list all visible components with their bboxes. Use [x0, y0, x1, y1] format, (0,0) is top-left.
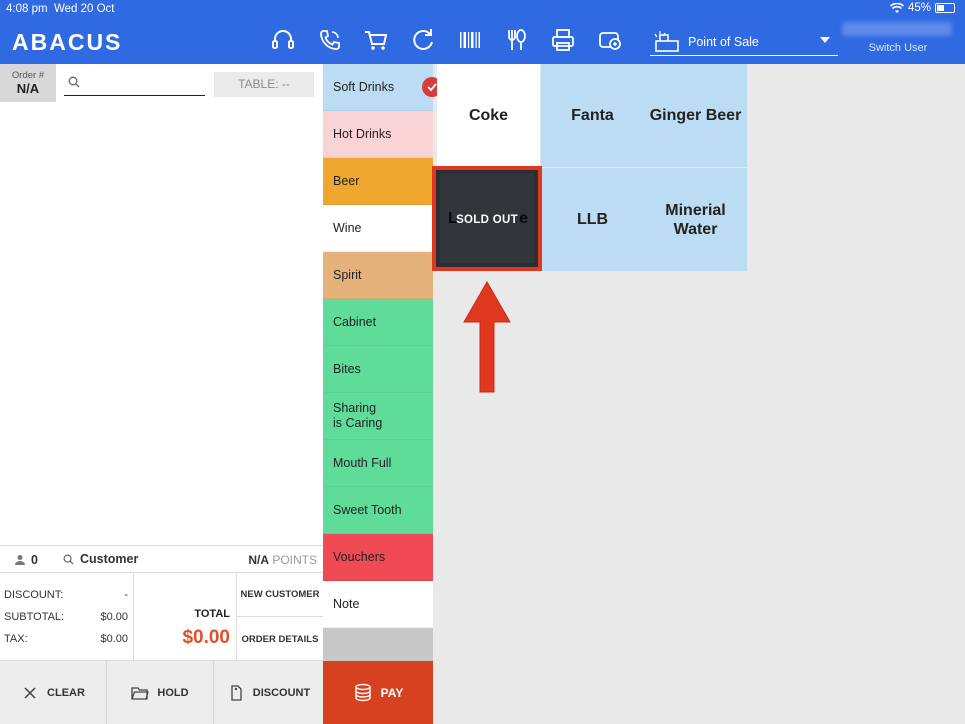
- category-item[interactable]: Vouchers: [323, 534, 433, 581]
- order-number-label: Order #: [11, 70, 45, 81]
- phone-icon[interactable]: [316, 26, 344, 54]
- close-icon: [24, 686, 36, 699]
- mode-label: Point of Sale: [688, 34, 759, 49]
- wifi-icon: [889, 2, 904, 13]
- time: 4:08 pm: [6, 3, 48, 15]
- points-value: N/A: [248, 553, 269, 567]
- hold-label: HOLD: [157, 686, 189, 699]
- pay-button[interactable]: PAY: [323, 661, 433, 724]
- customer-label: Customer: [80, 552, 139, 566]
- battery-icon: [935, 3, 955, 13]
- category-item[interactable]: Beer: [323, 158, 433, 205]
- mode-dropdown[interactable]: Point of Sale: [650, 28, 838, 56]
- barcode-icon[interactable]: [456, 26, 484, 54]
- category-item[interactable]: Note: [323, 581, 433, 628]
- subtotal-label: SUBTOTAL:: [4, 611, 65, 623]
- item-search-input[interactable]: [64, 70, 205, 96]
- search-icon: [68, 76, 80, 88]
- discount-label: DISCOUNT:: [4, 589, 64, 601]
- category-item[interactable]: Hot Drinks: [323, 111, 433, 158]
- app-logo: ABACUS: [12, 29, 123, 55]
- chevron-down-icon: [820, 37, 830, 43]
- category-item[interactable]: Sharing is Caring: [323, 393, 433, 440]
- status-battery: 45%: [889, 2, 955, 14]
- new-customer-button[interactable]: NEW CUSTOMER: [237, 573, 323, 617]
- points-display: N/A POINTS: [248, 553, 317, 567]
- tax-label: TAX:: [4, 633, 28, 645]
- date: Wed 20 Oct: [53, 3, 115, 15]
- bottom-actions: CLEAR HOLD DISCOUNT: [0, 661, 323, 724]
- sold-out-product[interactable]: L e SOLD OUT: [432, 166, 542, 271]
- sold-out-badge: SOLD OUT: [456, 214, 518, 226]
- register-icon: [654, 30, 679, 52]
- customer-row: 0 Customer N/A POINTS: [0, 545, 323, 573]
- category-list: Soft Drinks Hot Drinks Beer Wine Spirit Cabin…: [323, 64, 433, 724]
- search-icon: [63, 554, 74, 565]
- clear-button[interactable]: CLEAR: [0, 661, 107, 724]
- order-number-value: N/A: [16, 81, 40, 96]
- guest-count-value: 0: [31, 553, 38, 567]
- discount-label: DISCOUNT: [252, 686, 311, 699]
- battery-percent: 45%: [907, 2, 931, 14]
- category-item[interactable]: Wine: [323, 205, 433, 252]
- product-tile[interactable]: Fanta: [541, 64, 644, 167]
- product-tile[interactable]: Minerial Water: [644, 168, 747, 271]
- status-time: 4:08 pm Wed 20 Oct: [6, 3, 114, 15]
- order-items-list: [0, 102, 323, 545]
- subtotal-value: $0.00: [100, 611, 128, 623]
- category-item[interactable]: Mouth Full: [323, 440, 433, 487]
- category-item[interactable]: Spirit: [323, 252, 433, 299]
- total-box: TOTAL $0.00: [133, 573, 237, 661]
- totals-lines: DISCOUNT: - SUBTOTAL: $0.00 TAX: $0.00: [0, 573, 133, 661]
- total-value: $0.00: [182, 627, 230, 648]
- totals-section: DISCOUNT: - SUBTOTAL: $0.00 TAX: $0.00 T…: [0, 573, 323, 661]
- category-item[interactable]: Sweet Tooth: [323, 487, 433, 534]
- order-number: Order # N/A: [0, 64, 56, 102]
- pay-label: PAY: [380, 685, 404, 700]
- user-name-blurred: [842, 22, 952, 36]
- printer-icon[interactable]: [549, 26, 577, 54]
- headset-icon[interactable]: [269, 26, 297, 54]
- refresh-icon[interactable]: [409, 26, 437, 54]
- clear-label: CLEAR: [47, 686, 85, 699]
- top-bar: 4:08 pm Wed 20 Oct 45% ABACUS Point of S…: [0, 0, 965, 64]
- cart-icon[interactable]: [362, 26, 390, 54]
- category-item[interactable]: Bites: [323, 346, 433, 393]
- category-item[interactable]: Soft Drinks: [323, 64, 433, 111]
- points-label: POINTS: [272, 553, 317, 567]
- drawer-icon[interactable]: [596, 26, 624, 54]
- category-item[interactable]: Cabinet: [323, 299, 433, 346]
- table-button[interactable]: TABLE: --: [214, 72, 314, 97]
- discount-button[interactable]: DISCOUNT: [214, 661, 323, 724]
- total-label: TOTAL: [194, 608, 230, 620]
- product-tile[interactable]: Coke: [437, 64, 540, 167]
- order-panel: Order # N/A TABLE: -- 0 Customer N/A POI…: [0, 64, 323, 724]
- product-tile[interactable]: Ginger Beer: [644, 64, 747, 167]
- guest-count[interactable]: 0: [14, 553, 38, 567]
- coins-icon: [354, 683, 371, 701]
- customer-search[interactable]: Customer: [63, 546, 138, 572]
- discount-value: -: [124, 589, 128, 601]
- pos-screen: 4:08 pm Wed 20 Oct 45% ABACUS Point of S…: [0, 0, 965, 724]
- cutlery-icon[interactable]: [502, 26, 530, 54]
- hold-button[interactable]: HOLD: [107, 661, 214, 724]
- tag-icon: [231, 684, 242, 701]
- product-tile[interactable]: LLB: [541, 168, 644, 271]
- switch-user-button[interactable]: Switch User: [842, 42, 954, 54]
- red-arrow-annotation: [463, 280, 511, 393]
- folder-icon: [131, 686, 150, 700]
- person-icon: [15, 555, 25, 565]
- tax-value: $0.00: [100, 633, 128, 645]
- order-details-button[interactable]: ORDER DETAILS: [237, 617, 323, 661]
